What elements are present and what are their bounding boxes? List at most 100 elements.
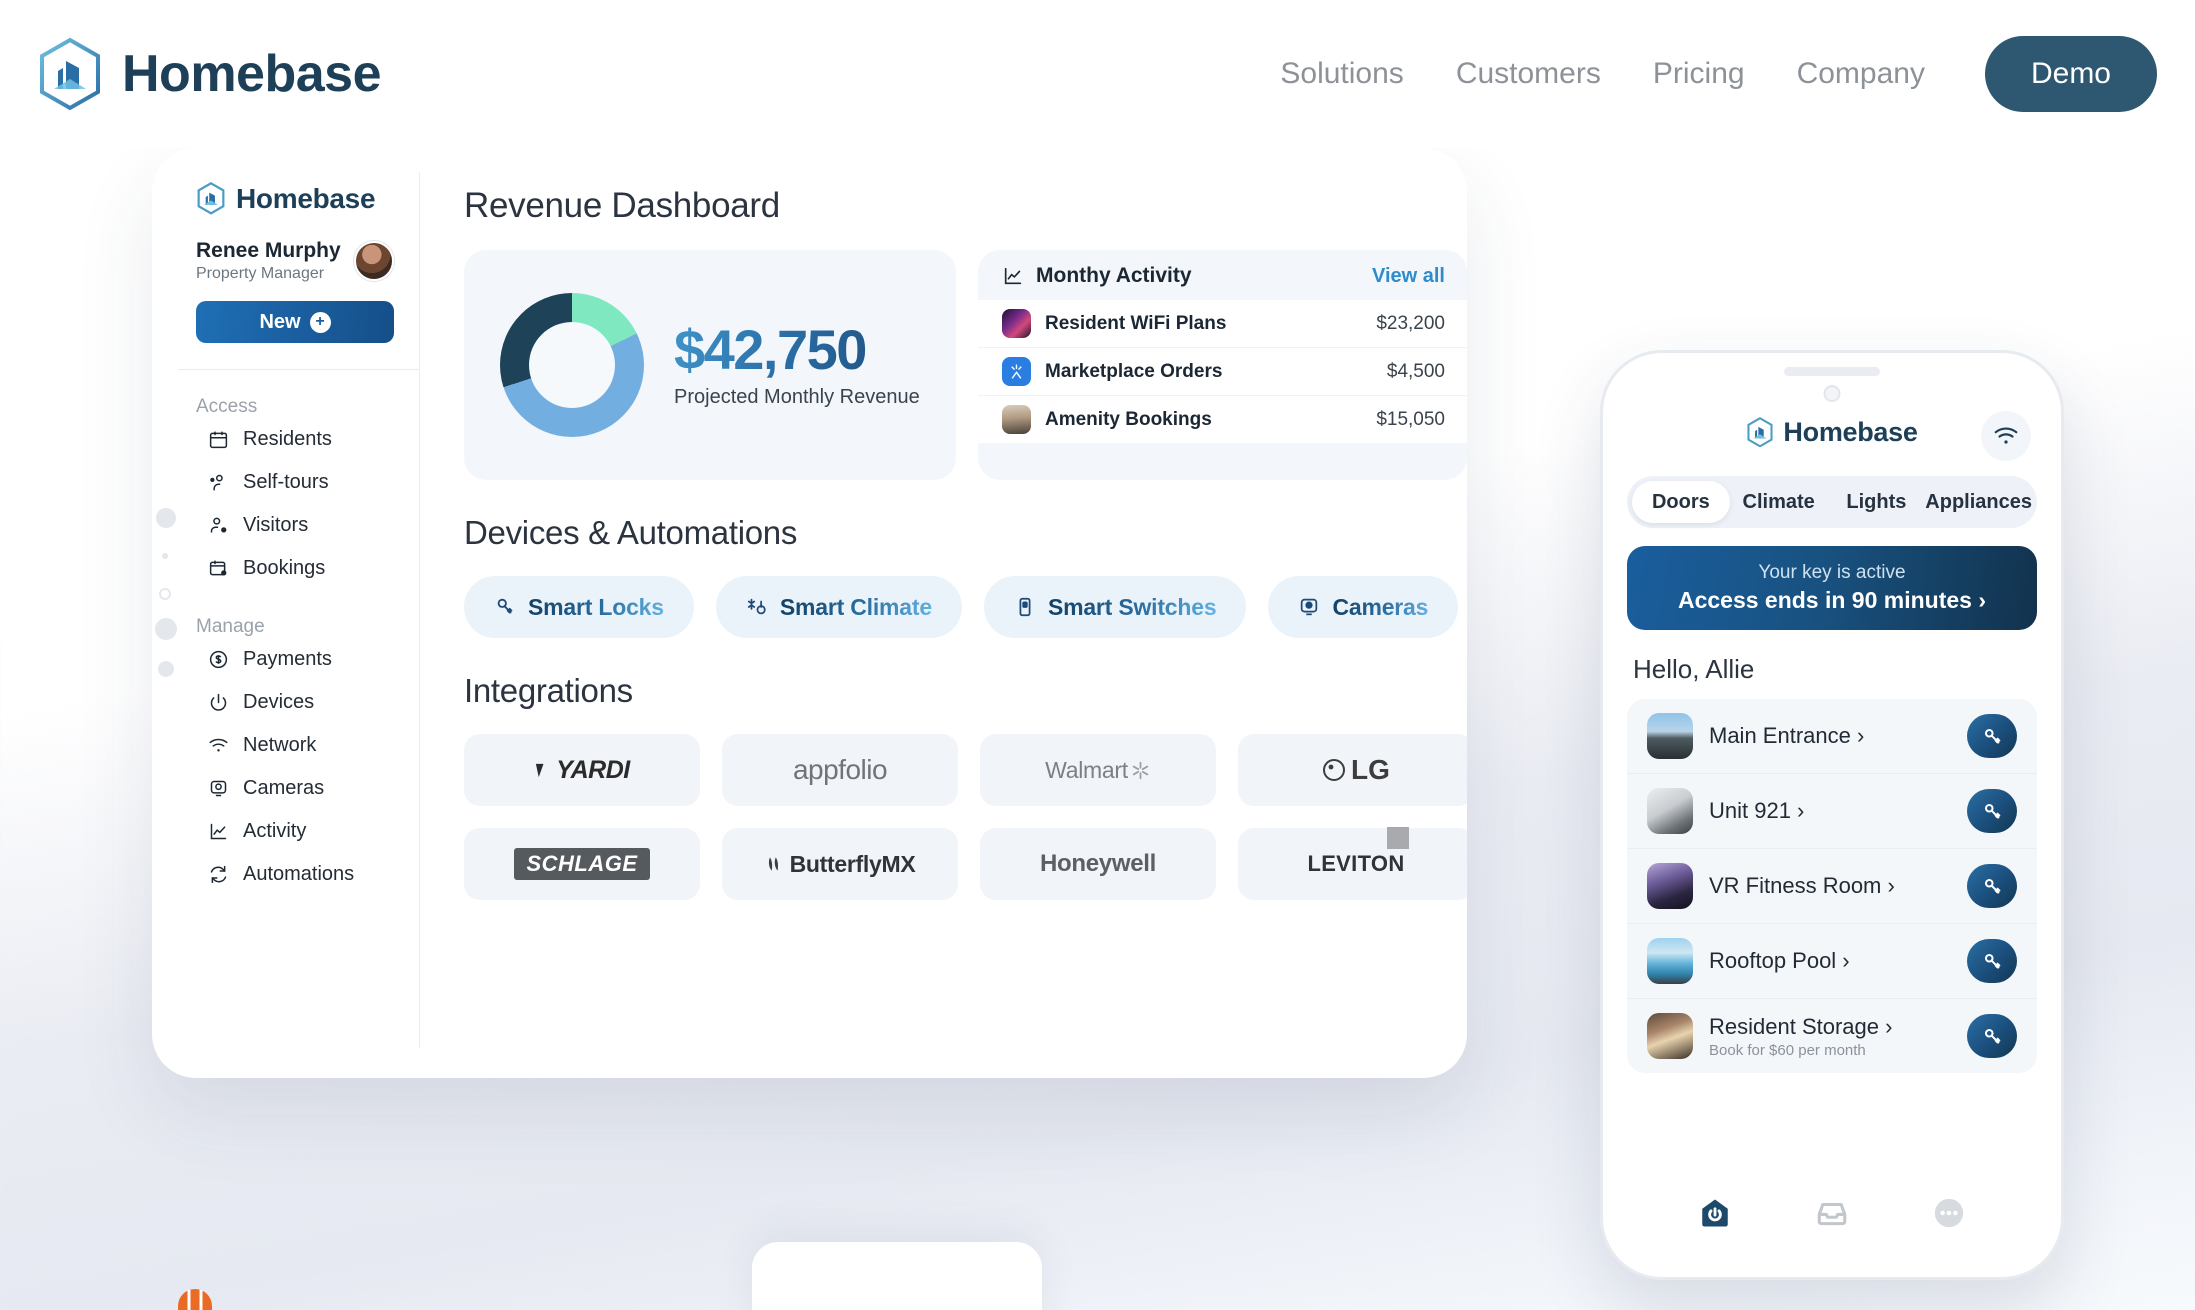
integrations-grid: YARDI appfolio Walmart LG SCHLAGE Butter… bbox=[464, 734, 1467, 900]
door-row-main-entrance[interactable]: Main Entrance › bbox=[1627, 699, 2037, 774]
donut-hole bbox=[529, 322, 615, 408]
new-button[interactable]: New + bbox=[196, 301, 394, 344]
wifi-icon[interactable] bbox=[1981, 411, 2031, 461]
plus-icon: + bbox=[309, 311, 331, 333]
integration-label: YARDI bbox=[556, 755, 630, 784]
activity-row[interactable]: Resident WiFi Plans $23,200 bbox=[978, 300, 1467, 348]
activity-name: Amenity Bookings bbox=[1045, 408, 1212, 430]
door-row-unit-921[interactable]: Unit 921 › bbox=[1627, 774, 2037, 849]
door-row-resident-storage[interactable]: Resident Storage › Book for $60 per mont… bbox=[1627, 999, 2037, 1073]
nav-link-customers[interactable]: Customers bbox=[1430, 57, 1627, 91]
key-button[interactable] bbox=[1967, 1014, 2017, 1058]
door-row-vr-fitness-room[interactable]: VR Fitness Room › bbox=[1627, 849, 2037, 924]
activity-amount: $4,500 bbox=[1386, 360, 1445, 382]
chip-label: Smart Climate bbox=[779, 593, 932, 620]
chip-label: Cameras bbox=[1332, 593, 1429, 620]
home-power-icon[interactable] bbox=[1698, 1196, 1732, 1235]
user-profile[interactable]: Renee Murphy Property Manager bbox=[152, 215, 420, 283]
sidebar-section-access: Access bbox=[196, 396, 258, 418]
dollar-circle-icon bbox=[208, 649, 229, 670]
sidebar-item-self-tours[interactable]: Self-tours bbox=[152, 461, 420, 504]
demo-button[interactable]: Demo bbox=[1984, 36, 2157, 112]
phone-header: Homebase bbox=[1603, 353, 2061, 461]
site-logo[interactable]: Homebase bbox=[36, 37, 382, 111]
tab-lights[interactable]: Lights bbox=[1828, 481, 1926, 523]
key-status-text: Your key is active bbox=[1758, 562, 1906, 583]
phone-tab-bar: Doors Climate Lights Appliances bbox=[1627, 476, 2037, 528]
nav-link-company[interactable]: Company bbox=[1771, 57, 1951, 91]
calendar-grid-icon bbox=[208, 429, 229, 450]
sidebar-item-residents[interactable]: Residents bbox=[152, 418, 420, 461]
key-button[interactable] bbox=[1967, 714, 2017, 758]
integration-label: appfolio bbox=[792, 754, 888, 785]
dashboard-main: Revenue Dashboard $42,750 Projected Mont… bbox=[420, 148, 1467, 1078]
inbox-icon[interactable] bbox=[1815, 1196, 1849, 1235]
decorative-dot bbox=[155, 618, 177, 640]
sidebar-item-devices[interactable]: Devices bbox=[152, 681, 420, 724]
integration-butterflymx[interactable]: ButterflyMX bbox=[722, 828, 958, 900]
walmart-spark-thumb bbox=[1002, 357, 1031, 386]
entrance-photo-thumb bbox=[1647, 713, 1693, 759]
view-all-link[interactable]: View all bbox=[1372, 265, 1445, 288]
homebase-hexagon-building-icon bbox=[1746, 417, 1774, 448]
sidebar-item-payments[interactable]: Payments bbox=[152, 638, 420, 681]
calendar-clock-icon bbox=[208, 558, 229, 579]
sidebar-item-activity[interactable]: Activity bbox=[152, 810, 420, 853]
more-ellipsis-icon[interactable] bbox=[1932, 1196, 1966, 1235]
key-button[interactable] bbox=[1967, 939, 2017, 983]
avatar[interactable] bbox=[354, 241, 394, 282]
snowflake-thermostat-icon bbox=[746, 596, 768, 618]
nav-link-solutions[interactable]: Solutions bbox=[1254, 57, 1429, 91]
activity-row[interactable]: Amenity Bookings $15,050 bbox=[978, 396, 1467, 443]
activity-title: Monthy Activity bbox=[1036, 264, 1192, 287]
revenue-donut-chart bbox=[500, 293, 644, 437]
decorative-orange-logo bbox=[172, 1280, 218, 1310]
integration-honeywell[interactable]: Honeywell bbox=[980, 828, 1216, 900]
integration-label: LEVITON bbox=[1307, 851, 1405, 876]
sidebar-item-network[interactable]: Network bbox=[152, 724, 420, 767]
refresh-cycle-icon bbox=[208, 864, 229, 885]
integration-lg[interactable]: LG bbox=[1238, 734, 1467, 806]
sidebar-item-bookings[interactable]: Bookings bbox=[152, 547, 420, 590]
integration-leviton[interactable]: LEVITON bbox=[1238, 827, 1467, 900]
integration-schlage[interactable]: SCHLAGE bbox=[464, 828, 700, 900]
integration-yardi[interactable]: YARDI bbox=[464, 734, 700, 806]
page-title: Revenue Dashboard bbox=[464, 186, 780, 225]
tab-climate[interactable]: Climate bbox=[1730, 481, 1828, 523]
chip-label: Smart Switches bbox=[1047, 593, 1217, 620]
integration-walmart[interactable]: Walmart bbox=[980, 734, 1216, 806]
key-button[interactable] bbox=[1967, 864, 2017, 908]
revenue-row: $42,750 Projected Monthly Revenue Monthy… bbox=[464, 250, 1467, 480]
sidebar-item-visitors[interactable]: Visitors bbox=[152, 504, 420, 547]
nav-link-pricing[interactable]: Pricing bbox=[1627, 57, 1771, 91]
camera-icon bbox=[208, 778, 229, 799]
user-role: Property Manager bbox=[196, 265, 325, 283]
storage-photo-thumb bbox=[1647, 1013, 1693, 1059]
tab-doors[interactable]: Doors bbox=[1632, 481, 1730, 523]
sidebar-item-automations[interactable]: Automations bbox=[152, 853, 420, 896]
active-key-card[interactable]: Your key is active Access ends in 90 min… bbox=[1627, 546, 2037, 630]
sidebar-item-cameras[interactable]: Cameras bbox=[152, 767, 420, 810]
amenity-photo-thumb bbox=[1002, 405, 1031, 434]
sidebar-item-label: Bookings bbox=[243, 557, 326, 580]
key-button[interactable] bbox=[1967, 789, 2017, 833]
door-name: Resident Storage › bbox=[1709, 1013, 1893, 1039]
sidebar-logo[interactable]: Homebase bbox=[152, 176, 420, 215]
revenue-amount: $42,750 bbox=[674, 321, 920, 378]
activity-row[interactable]: Marketplace Orders $4,500 bbox=[978, 348, 1467, 396]
integration-appfolio[interactable]: appfolio bbox=[722, 734, 958, 806]
switch-panel-icon bbox=[1014, 596, 1036, 618]
device-chip-smart-climate[interactable]: Smart Climate bbox=[715, 576, 962, 638]
butterfly-icon bbox=[768, 857, 778, 871]
integration-label: SCHLAGE bbox=[514, 848, 650, 880]
person-clock-icon bbox=[208, 515, 229, 536]
door-row-rooftop-pool[interactable]: Rooftop Pool › bbox=[1627, 924, 2037, 999]
door-name: Main Entrance › bbox=[1709, 723, 1865, 748]
integration-label: ButterflyMX bbox=[789, 850, 916, 877]
tab-appliances[interactable]: Appliances bbox=[1925, 481, 2032, 523]
device-chip-smart-switches[interactable]: Smart Switches bbox=[983, 576, 1247, 638]
device-chip-cameras[interactable]: Cameras bbox=[1268, 576, 1459, 638]
device-chip-smart-locks[interactable]: Smart Locks bbox=[464, 576, 694, 638]
user-name: Renee Murphy bbox=[196, 239, 341, 262]
integration-label: Honeywell bbox=[1040, 850, 1156, 877]
